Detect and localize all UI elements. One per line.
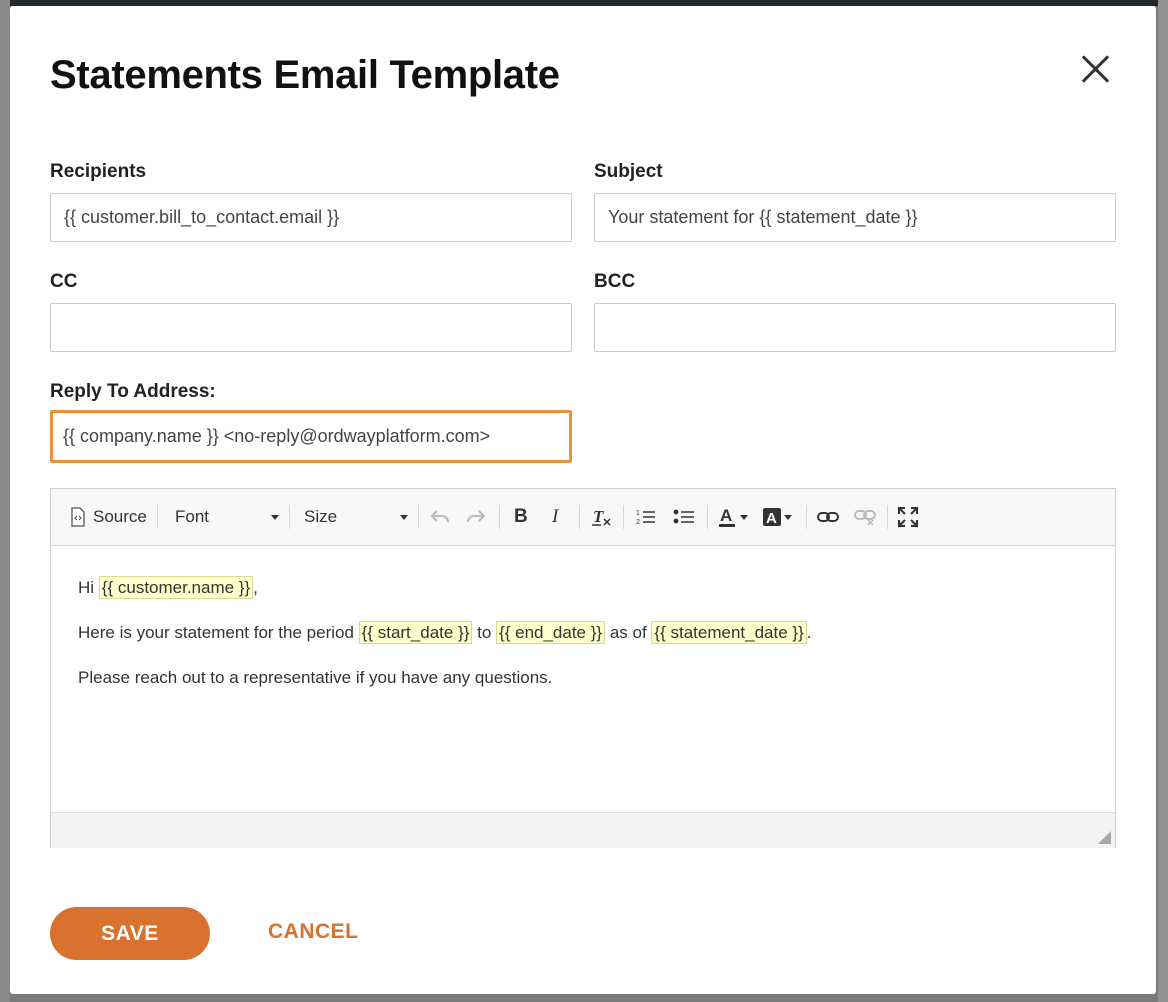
italic-button[interactable]: I (552, 504, 558, 530)
size-label: Size (304, 507, 338, 526)
toolbar-separator (707, 505, 708, 529)
source-button[interactable]: Source (69, 504, 147, 530)
italic-icon: I (552, 506, 559, 527)
svg-text:A: A (720, 506, 732, 525)
unlink-button[interactable] (854, 504, 876, 530)
save-button[interactable]: SAVE (50, 907, 210, 960)
background-page-right (1158, 0, 1168, 1002)
body-text: to (472, 623, 497, 642)
toolbar-separator (579, 505, 580, 529)
subject-label: Subject (594, 161, 663, 182)
text-color-button[interactable]: A (718, 504, 748, 530)
text-color-icon: A (719, 506, 735, 527)
source-icon (71, 507, 85, 527)
background-color-button[interactable]: A (762, 504, 792, 530)
reply-to-label: Reply To Address: (50, 381, 216, 402)
bcc-label: BCC (594, 271, 636, 292)
maximize-icon (898, 507, 918, 527)
bold-button[interactable]: B (514, 504, 528, 530)
size-dropdown[interactable]: Size (304, 504, 408, 530)
chevron-down-icon (784, 514, 792, 520)
undo-button[interactable] (429, 504, 451, 530)
body-line-greeting: Hi {{ customer.name }}, (78, 576, 258, 599)
toolbar-separator (418, 505, 419, 529)
redo-icon (467, 510, 486, 523)
remove-format-button[interactable]: T (591, 504, 613, 530)
toolbar-separator (887, 505, 888, 529)
editor-content[interactable]: Hi {{ customer.name }}, Here is your sta… (51, 546, 1115, 812)
redo-button[interactable] (465, 504, 487, 530)
bulleted-list-button[interactable] (673, 504, 695, 530)
bulleted-list-icon (673, 509, 694, 524)
svg-text:A: A (766, 510, 777, 527)
bold-icon: B (514, 506, 528, 527)
remove-format-icon: T (592, 507, 611, 526)
unlink-icon (854, 510, 876, 526)
background-color-icon: A (763, 508, 781, 527)
bcc-input[interactable] (594, 303, 1116, 352)
link-icon (817, 512, 839, 522)
placeholder-customer-name: {{ customer.name }} (98, 576, 254, 599)
numbered-list-icon: 12 (636, 510, 655, 526)
body-text: Hi (78, 578, 99, 597)
body-line-period: Here is your statement for the period {{… (78, 621, 812, 644)
font-label: Font (175, 507, 210, 526)
editor-toolbar: Source Font Size B I T 1 2 A A (51, 489, 1115, 546)
body-text: . (806, 623, 812, 642)
cc-label: CC (50, 271, 78, 292)
body-line-closing: Please reach out to a representative if … (78, 668, 553, 687)
recipients-label: Recipients (50, 161, 147, 182)
svg-text:1: 1 (636, 510, 640, 517)
close-icon[interactable] (1078, 52, 1112, 86)
background-page-left (0, 0, 10, 1002)
body-text: as of (605, 623, 652, 642)
placeholder-start-date: {{ start_date }} (358, 621, 473, 644)
toolbar-separator (623, 505, 624, 529)
body-text: , (253, 578, 258, 597)
toolbar-separator (157, 505, 158, 529)
undo-icon (430, 510, 449, 523)
numbered-list-button[interactable]: 12 (636, 504, 656, 530)
placeholder-statement-date: {{ statement_date }} (651, 621, 807, 644)
svg-text:T: T (593, 507, 604, 526)
maximize-button[interactable] (898, 504, 918, 530)
chevron-down-icon (740, 514, 748, 520)
subject-input[interactable] (594, 193, 1116, 242)
toolbar-separator (806, 505, 807, 529)
resize-handle-icon[interactable] (1098, 831, 1111, 844)
link-button[interactable] (817, 504, 839, 530)
cancel-button[interactable]: CANCEL (268, 920, 359, 944)
cc-input[interactable] (50, 303, 572, 352)
placeholder-end-date: {{ end_date }} (496, 621, 606, 644)
font-dropdown[interactable]: Font (175, 504, 279, 530)
svg-text:2: 2 (636, 519, 640, 526)
recipients-input[interactable] (50, 193, 572, 242)
email-template-modal: Statements Email Template Recipients Sub… (10, 6, 1156, 994)
editor-statusbar (51, 812, 1115, 848)
body-text: Here is your statement for the period (78, 623, 359, 642)
modal-title: Statements Email Template (50, 53, 560, 97)
reply-to-input[interactable] (50, 410, 572, 463)
toolbar-separator (499, 505, 500, 529)
chevron-down-icon (271, 514, 279, 520)
chevron-down-icon (400, 514, 408, 520)
rich-text-editor: Source Font Size B I T 1 2 A A Hi {{cus… (50, 488, 1116, 848)
toolbar-separator (289, 505, 290, 529)
source-label: Source (93, 507, 147, 526)
